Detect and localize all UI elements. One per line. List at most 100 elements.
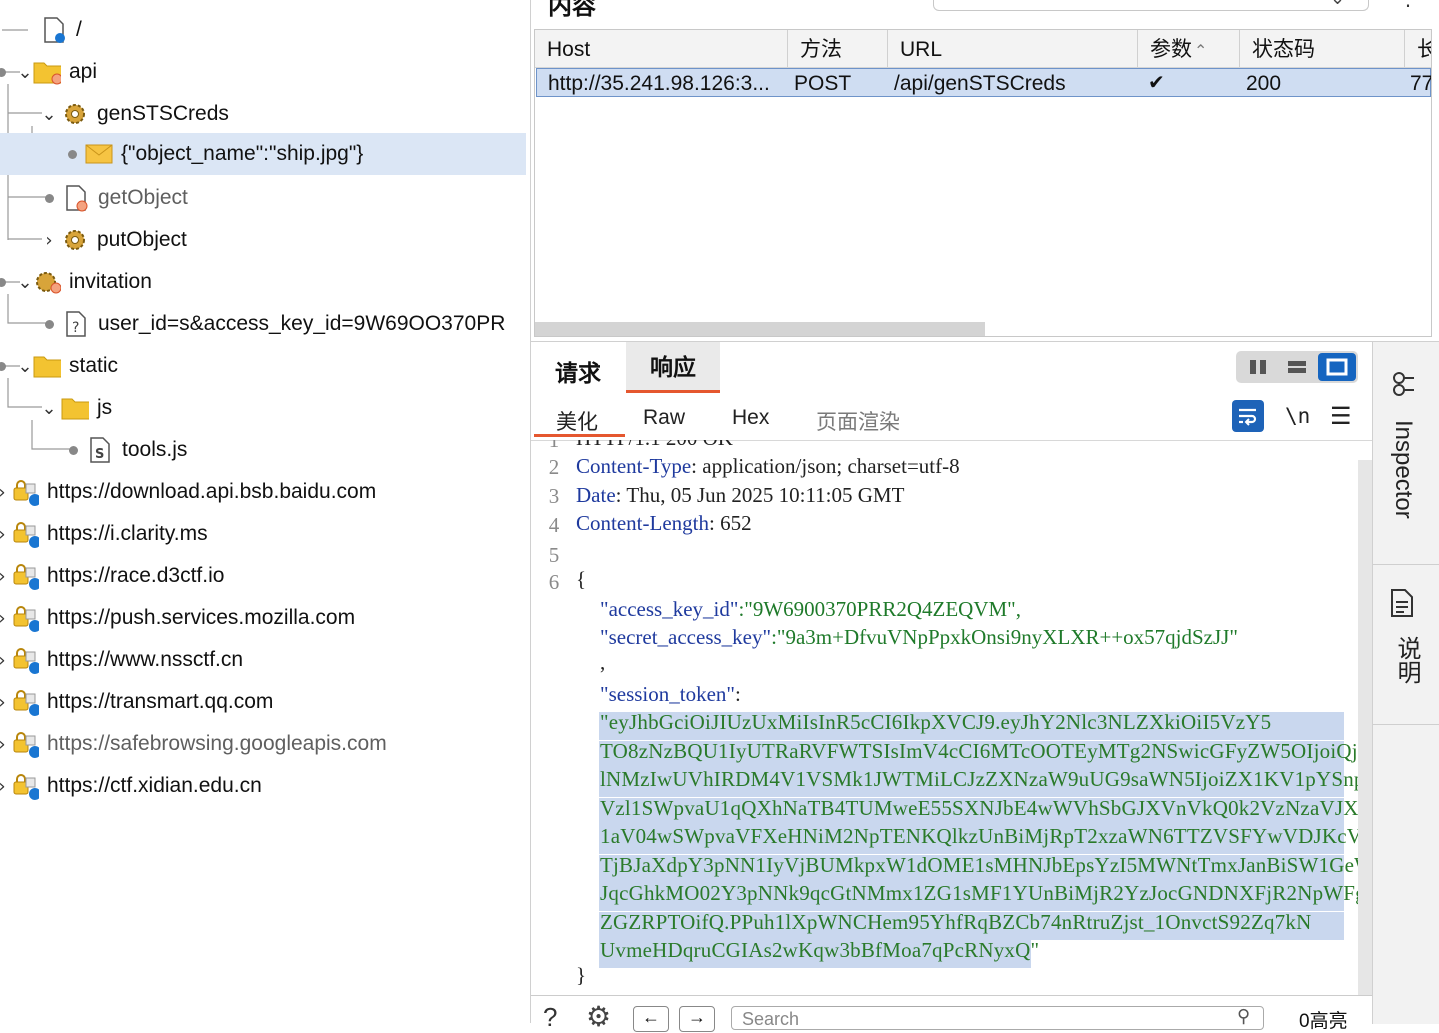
- json-colon: :: [734, 682, 741, 706]
- response-editor[interactable]: 1 HTTP/1.1 200 OK 2 Content-Type: applic…: [531, 440, 1361, 995]
- tree-row-host[interactable]: › https://download.api.bsb.baidu.com: [0, 471, 526, 513]
- chevron-down-icon[interactable]: ⌄: [17, 62, 33, 83]
- match-count: 0高亮: [1299, 1011, 1348, 1032]
- chevron-down-icon[interactable]: ⌄: [41, 104, 57, 125]
- secure-host-icon: [11, 562, 39, 590]
- next-match-button[interactable]: →: [679, 1006, 715, 1032]
- filter-search-input[interactable]: [933, 0, 1369, 11]
- column-header-method[interactable]: 方法: [788, 30, 888, 67]
- tab-request[interactable]: 请求: [555, 354, 601, 388]
- line-number: 6: [548, 570, 560, 594]
- column-header-params[interactable]: 参数 ⌃: [1138, 30, 1240, 67]
- tree-row-host[interactable]: › https://www.nssctf.cn: [0, 639, 526, 681]
- chevron-right-icon[interactable]: ›: [0, 566, 7, 587]
- tree-row-host[interactable]: › https://ctf.xidian.edu.cn: [0, 765, 526, 807]
- table-row[interactable]: http://35.241.98.126:3... POST /api/genS…: [536, 68, 1431, 97]
- chevron-down-icon[interactable]: ⌄: [17, 356, 33, 377]
- previous-match-button[interactable]: ←: [633, 1006, 669, 1032]
- column-header-length[interactable]: 长: [1405, 30, 1431, 67]
- chevron-right-icon[interactable]: ›: [0, 776, 7, 797]
- json-key: "session_token": [600, 682, 735, 706]
- settings-gear-icon[interactable]: ⚙: [586, 1000, 611, 1033]
- chevron-down-icon[interactable]: ⌄: [41, 398, 57, 419]
- vertical-scrollbar[interactable]: [1358, 460, 1372, 996]
- tree-row-host[interactable]: › https://i.clarity.ms: [0, 513, 526, 555]
- column-header-host[interactable]: Host: [535, 30, 788, 67]
- json-key: "secret_access_key": [600, 625, 772, 649]
- tree-row-genstscreds[interactable]: ⌄ genSTSCreds: [0, 93, 526, 135]
- token-line: TjBJaXdpY3pNN1IyVjBUMkpxW1dOME1sMHNJbEps…: [600, 852, 1361, 877]
- header-value: : application/json; charset=utf-8: [691, 454, 960, 478]
- single-view-icon[interactable]: [1318, 353, 1356, 381]
- response-search-input[interactable]: Search: [731, 1006, 1264, 1030]
- tree-row-putobject[interactable]: › putObject: [0, 219, 526, 261]
- notes-label: 说明: [1393, 636, 1420, 684]
- tab-raw[interactable]: Raw: [643, 406, 685, 430]
- tree-label: https://safebrowsing.googleapis.com: [47, 732, 387, 755]
- tab-inspector[interactable]: Inspector: [1373, 342, 1439, 565]
- word-wrap-icon[interactable]: [1232, 400, 1264, 432]
- split-rows-icon[interactable]: [1278, 353, 1316, 381]
- tree-row-api[interactable]: ⌄ api: [0, 51, 526, 93]
- folder-icon: [61, 394, 89, 422]
- line-number: 4: [548, 513, 560, 537]
- tree-label: genSTSCreds: [97, 102, 229, 125]
- chevron-right-icon[interactable]: ›: [0, 524, 7, 545]
- split-columns-icon[interactable]: [1239, 353, 1277, 381]
- tree-row-host[interactable]: › https://transmart.qq.com: [0, 681, 526, 723]
- page-icon: [62, 184, 90, 212]
- tree-row-host[interactable]: › https://race.d3ctf.io: [0, 555, 526, 597]
- chevron-right-icon[interactable]: ›: [0, 650, 7, 671]
- tree-label: https://download.api.bsb.baidu.com: [47, 480, 377, 503]
- column-header-url[interactable]: URL: [888, 30, 1138, 67]
- chevron-down-icon[interactable]: ⌄: [17, 272, 33, 293]
- tree-label: js: [97, 396, 113, 419]
- tree-label: tools.js: [122, 438, 188, 461]
- glasses-icon: [1391, 370, 1417, 402]
- chevron-right-icon[interactable]: ›: [0, 482, 7, 503]
- horizontal-scrollbar[interactable]: [535, 322, 985, 336]
- gear-icon: [61, 226, 89, 254]
- tree-row-root[interactable]: /: [0, 9, 526, 51]
- tab-response[interactable]: 响应: [626, 342, 720, 393]
- gear-icon: [33, 268, 61, 296]
- chevron-right-icon[interactable]: ›: [0, 734, 7, 755]
- tree-label: user_id=s&access_key_id=9W69OO370PR: [98, 312, 506, 335]
- chevron-down-icon[interactable]: ⌄: [1330, 0, 1345, 9]
- json-value: :"9W6900370PRR2Q4ZEQVM",: [738, 597, 1022, 621]
- table-header: Host 方法 URL 参数⌃ 状态码 长: [535, 30, 1431, 68]
- tree-label: putObject: [97, 228, 187, 251]
- tree-row-getobject[interactable]: getObject: [0, 177, 526, 219]
- chevron-right-icon[interactable]: ›: [0, 608, 7, 629]
- tree-row-tools-js[interactable]: S tools.js: [0, 429, 526, 471]
- tree-row-request-params[interactable]: {"object_name":"ship.jpg"}: [0, 133, 526, 175]
- tree-row-host[interactable]: › https://safebrowsing.googleapis.com: [0, 723, 526, 765]
- tree-label: getObject: [98, 186, 188, 209]
- inspector-sidebar: Inspector 说明: [1372, 341, 1439, 1024]
- secure-host-icon: [11, 730, 39, 758]
- show-newlines-toggle[interactable]: \n: [1285, 404, 1310, 428]
- folder-icon: [33, 352, 61, 380]
- tree-row-user-id[interactable]: ? user_id=s&access_key_id=9W69OO370PR: [0, 303, 526, 345]
- hamburger-menu-icon[interactable]: ☰: [1330, 402, 1352, 431]
- tab-hex[interactable]: Hex: [732, 406, 769, 430]
- tree-row-static[interactable]: ⌄ static: [0, 345, 526, 387]
- node-dot: [68, 149, 77, 159]
- token-line: "eyJhbGciOiJIUzUxMiIsInR5cCI6IkpXVCJ9.ey…: [600, 710, 1272, 734]
- page-icon: [40, 16, 68, 44]
- tab-notes[interactable]: 说明: [1373, 564, 1439, 725]
- chevron-right-icon[interactable]: ›: [0, 692, 7, 713]
- tree-label: https://push.services.mozilla.com: [47, 606, 356, 629]
- help-icon[interactable]: ?: [543, 1002, 557, 1033]
- chevron-right-icon[interactable]: ›: [41, 230, 57, 251]
- svg-text:S: S: [95, 447, 104, 462]
- tree-label: https://transmart.qq.com: [47, 690, 274, 713]
- tree-row-js[interactable]: ⌄ js: [0, 387, 526, 429]
- more-options-icon[interactable]: ⋮: [1398, 0, 1418, 11]
- header-key: Content-Length: [576, 511, 709, 535]
- tree-row-host[interactable]: › https://push.services.mozilla.com: [0, 597, 526, 639]
- tree-row-invitation[interactable]: ⌄ invitation: [0, 261, 526, 303]
- column-header-status[interactable]: 状态码: [1240, 30, 1405, 67]
- tab-pretty[interactable]: 美化: [556, 406, 598, 436]
- tab-render[interactable]: 页面渲染: [816, 406, 900, 436]
